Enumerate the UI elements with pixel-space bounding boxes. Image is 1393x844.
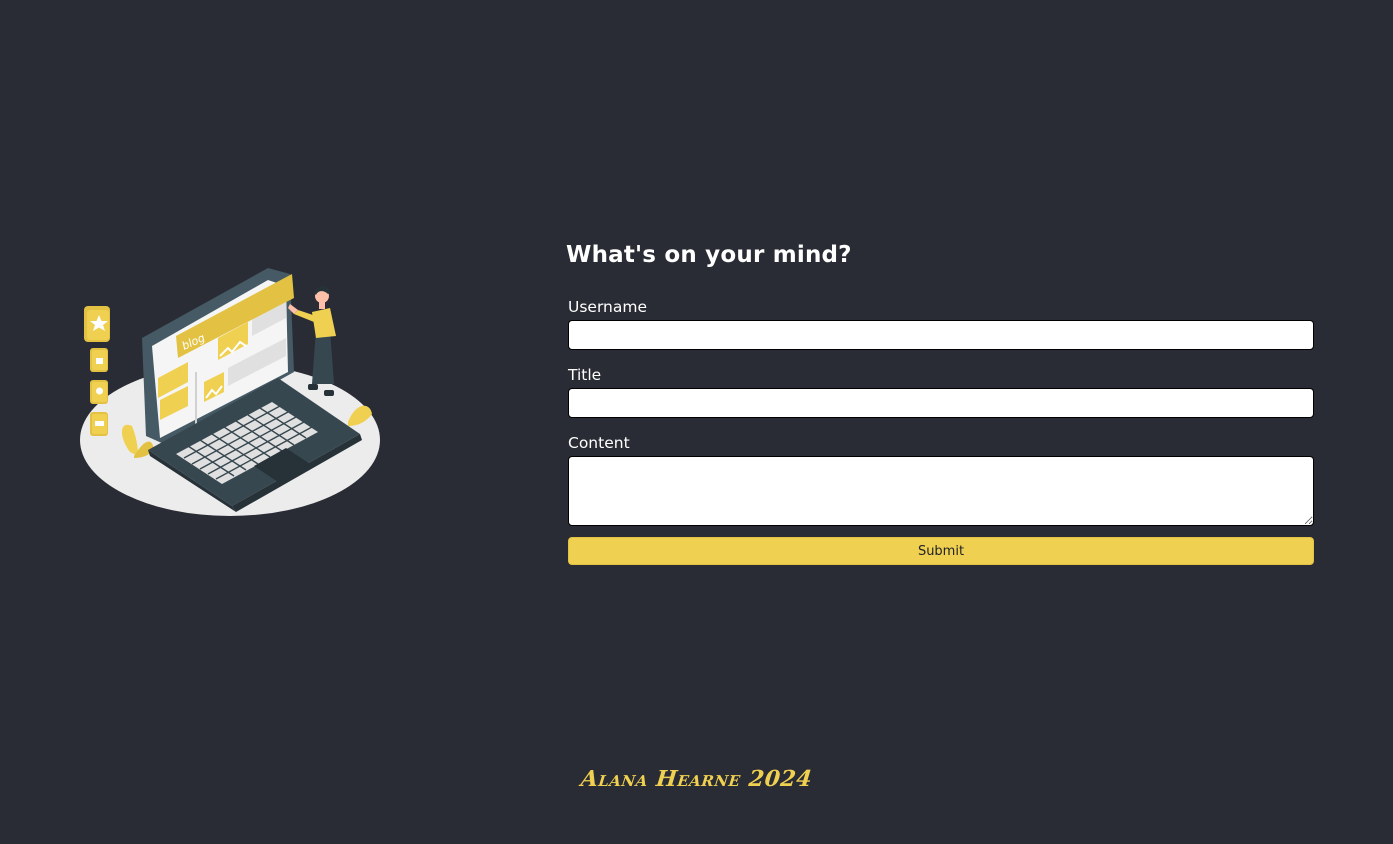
star-icon [84, 306, 110, 342]
content-label: Content [568, 434, 630, 452]
post-form: Username Title Content Submit [566, 298, 1316, 565]
page: blog What's on your mind? Username Title… [0, 0, 1393, 844]
post-form-section: What's on your mind? Username Title Cont… [566, 240, 1316, 565]
thumbs-up-icon [90, 348, 108, 372]
submit-button[interactable]: Submit [568, 537, 1314, 565]
title-label: Title [568, 366, 602, 384]
blog-illustration: blog [80, 268, 380, 516]
username-input[interactable] [568, 320, 1314, 350]
heart-icon [90, 380, 108, 404]
username-label: Username [568, 298, 648, 316]
title-input[interactable] [568, 388, 1314, 418]
content-textarea[interactable] [568, 456, 1314, 526]
message-icon [90, 412, 108, 436]
form-title: What's on your mind? [566, 242, 852, 268]
footer-signature: Alana Hearne 2024 [579, 766, 814, 792]
footer: Alana Hearne 2024 [0, 766, 1393, 792]
